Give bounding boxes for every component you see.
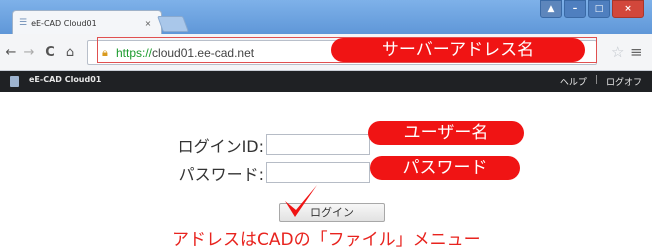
reload-icon[interactable]: C (43, 45, 57, 60)
password-field[interactable] (266, 162, 370, 183)
tab-title: eE-CAD Cloud01 (31, 18, 97, 28)
checkmark-icon (285, 185, 317, 217)
app-logo-icon (10, 76, 19, 87)
logout-link[interactable]: ログオフ (606, 75, 642, 88)
url-scheme: https:// (116, 46, 153, 60)
lock-icon: 🔒︎ (102, 46, 108, 59)
browser-menu-icon[interactable]: ≡ (630, 43, 643, 61)
minimize-button[interactable]: – (564, 0, 586, 18)
browser-titlebar: ☰ eE-CAD Cloud01 × ▲ – □ × (0, 0, 652, 35)
header-separator: | (594, 75, 598, 85)
browser-tab[interactable]: ☰ eE-CAD Cloud01 × (12, 10, 162, 35)
tab-close-icon[interactable]: × (141, 19, 155, 28)
help-link[interactable]: ヘルプ (560, 75, 587, 88)
forward-arrow-icon[interactable]: → (22, 45, 36, 60)
maximize-button[interactable]: □ (588, 0, 610, 18)
password-label: パスワード: (178, 165, 264, 184)
username-annotation: ユーザー名 (368, 121, 524, 145)
password-annotation: パスワード (370, 156, 520, 180)
bookmark-star-icon[interactable]: ☆ (611, 43, 624, 61)
server-address-annotation: サーバーアドレス名 (331, 38, 585, 62)
back-arrow-icon[interactable]: ← (4, 45, 18, 60)
home-icon[interactable]: ⌂ (63, 45, 77, 60)
login-id-field[interactable] (266, 134, 370, 155)
caption-text: アドレスはCADの「ファイル」メニュー (172, 230, 481, 250)
app-title: eE-CAD Cloud01 (29, 75, 102, 84)
window-controls: ▲ – □ × (540, 0, 644, 18)
new-tab-button[interactable] (157, 16, 189, 32)
header-links: ヘルプ | ログオフ (560, 75, 642, 88)
app-header: eE-CAD Cloud01 ヘルプ | ログオフ (0, 71, 652, 92)
login-id-label: ログインID: (177, 137, 264, 156)
url-host: cloud01.ee-cad.net (152, 46, 255, 60)
tab-favicon-icon: ☰ (19, 18, 28, 28)
user-profile-icon[interactable]: ▲ (540, 0, 562, 18)
close-window-button[interactable]: × (612, 0, 644, 18)
address-url: https://cloud01.ee-cad.net (116, 46, 254, 60)
